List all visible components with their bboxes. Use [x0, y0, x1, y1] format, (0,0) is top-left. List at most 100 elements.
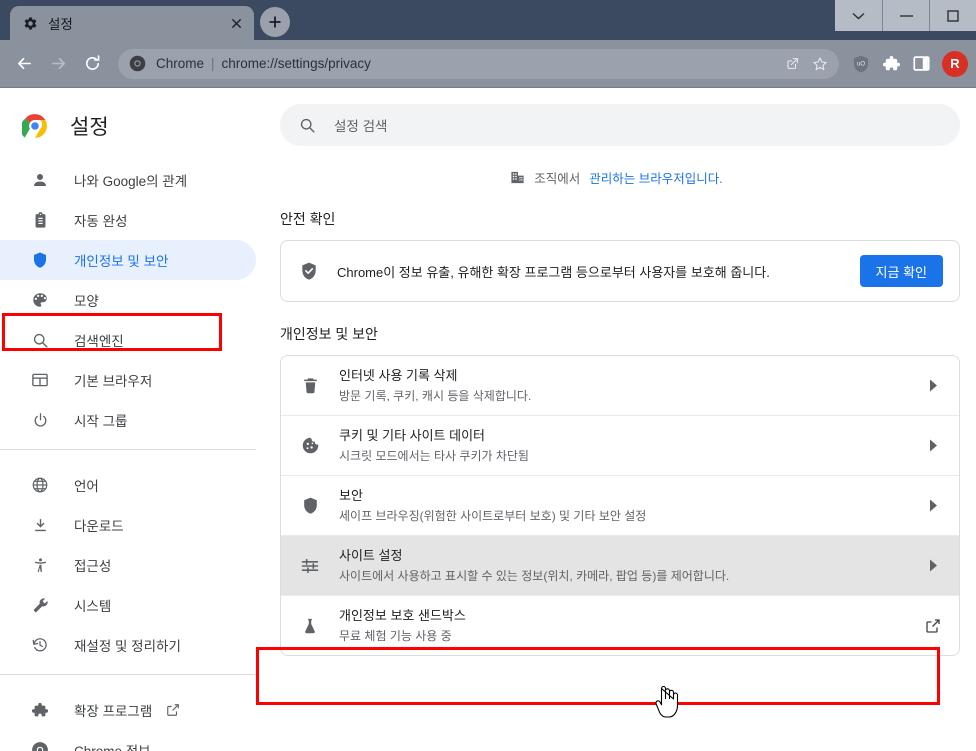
- privacy-row-site-settings[interactable]: 사이트 설정 사이트에서 사용하고 표시할 수 있는 정보(위치, 카메라, 팝…: [281, 535, 959, 595]
- settings-page: 설정 나와 Google의 관계 자동 완성 개인정보 및 보안 모양 검색엔진…: [0, 88, 976, 751]
- browser-window-icon: [30, 370, 50, 390]
- sidebar-item-label: 확장 프로그램: [74, 704, 153, 719]
- check-now-button[interactable]: 지금 확인: [859, 255, 943, 287]
- address-bar[interactable]: Chrome | chrome://settings/privacy: [118, 48, 839, 79]
- sidebar-item-downloads[interactable]: 다운로드: [0, 505, 256, 545]
- chevron-right-icon: [923, 439, 943, 452]
- tab-title: 설정: [48, 17, 73, 32]
- sidebar-item-label: 검색엔진: [74, 334, 124, 349]
- chrome-logo-icon: [30, 740, 50, 751]
- search-input[interactable]: 설정 검색: [280, 104, 960, 146]
- privacy-row-body: 인터넷 사용 기록 삭제 방문 기록, 쿠키, 캐시 등을 삭제합니다.: [339, 366, 923, 405]
- tab-settings[interactable]: 설정: [10, 6, 254, 40]
- back-icon[interactable]: [8, 48, 40, 80]
- sidebar-item-default-browser[interactable]: 기본 브라우저: [0, 360, 256, 400]
- sidebar-divider-2: [0, 674, 256, 675]
- sidebar-item-label: 나와 Google의 관계: [74, 174, 188, 189]
- bookmark-star-icon[interactable]: [807, 51, 833, 77]
- sidebar-item-label: 모양: [74, 294, 99, 309]
- cookie-icon: [299, 435, 321, 457]
- flask-icon: [299, 615, 321, 637]
- omnibox-actions: [779, 51, 833, 77]
- window-controls: [835, 0, 976, 31]
- settings-title: 설정: [70, 116, 109, 139]
- minimize-icon[interactable]: [882, 0, 929, 31]
- managed-browser-notice: 조직에서 관리하는 브라우저입니다.: [256, 168, 976, 187]
- maximize-icon[interactable]: [929, 0, 976, 31]
- privacy-row-privacy-sandbox[interactable]: 개인정보 보호 샌드박스 무료 체험 기능 사용 중: [281, 595, 959, 655]
- person-icon: [30, 170, 50, 190]
- sidebar-nav-group-2: 언어 다운로드 접근성 시스템 재설정 및 정리하기: [0, 459, 256, 665]
- download-icon: [30, 515, 50, 535]
- sidebar-item-you-and-google[interactable]: 나와 Google의 관계: [0, 160, 256, 200]
- chevron-down-icon[interactable]: [835, 0, 882, 31]
- privacy-section-title: 개인정보 및 보안: [280, 326, 378, 342]
- address-bar-text: Chrome | chrome://settings/privacy: [156, 56, 779, 71]
- sidebar-divider-1: [0, 449, 256, 450]
- sidebar-item-autofill[interactable]: 자동 완성: [0, 200, 256, 240]
- sidebar-item-label: 접근성: [74, 559, 112, 574]
- privacy-row-title: 보안: [339, 488, 363, 503]
- sidebar-item-system[interactable]: 시스템: [0, 585, 256, 625]
- power-icon: [30, 410, 50, 430]
- sidebar-item-search-engine[interactable]: 검색엔진: [0, 320, 256, 360]
- share-icon[interactable]: [779, 51, 805, 77]
- new-tab-button[interactable]: [260, 7, 290, 37]
- privacy-row-title: 쿠키 및 기타 사이트 데이터: [339, 428, 486, 443]
- privacy-row-security[interactable]: 보안 세이프 브라우징(위험한 사이트로부터 보호) 및 기타 보안 설정: [281, 475, 959, 535]
- sidebar-item-label: 재설정 및 정리하기: [74, 639, 181, 654]
- sidebar-item-accessibility[interactable]: 접근성: [0, 545, 256, 585]
- privacy-row-body: 사이트 설정 사이트에서 사용하고 표시할 수 있는 정보(위치, 카메라, 팝…: [339, 546, 923, 585]
- sidebar-item-appearance[interactable]: 모양: [0, 280, 256, 320]
- sidebar-nav-group-1: 나와 Google의 관계 자동 완성 개인정보 및 보안 모양 검색엔진 기본…: [0, 154, 256, 440]
- browser-window: 설정 Chrome | chrome://settings/privacy uO…: [0, 0, 976, 751]
- shield-check-icon: [299, 261, 319, 281]
- forward-icon[interactable]: [42, 48, 74, 80]
- omnibox-url: chrome://settings/privacy: [221, 56, 371, 71]
- extensions-puzzle-icon: [30, 700, 50, 720]
- privacy-row-clear-browsing-data[interactable]: 인터넷 사용 기록 삭제 방문 기록, 쿠키, 캐시 등을 삭제합니다.: [281, 356, 959, 415]
- search-placeholder: 설정 검색: [334, 119, 388, 134]
- safety-check-text: Chrome이 정보 유출, 유해한 확장 프로그램 등으로부터 사용자를 보호…: [337, 264, 770, 280]
- side-panel-icon[interactable]: [907, 50, 935, 78]
- chrome-logo-icon: [20, 113, 48, 139]
- sidebar-item-label: 개인정보 및 보안: [74, 254, 169, 269]
- chevron-right-icon: [923, 379, 943, 392]
- settings-content: 설정 검색 조직에서 관리하는 브라우저입니다. 안전 확인 Chrome이 정…: [256, 88, 976, 751]
- privacy-row-body: 쿠키 및 기타 사이트 데이터 시크릿 모드에서는 타사 쿠키가 차단됨: [339, 426, 923, 465]
- privacy-row-title: 사이트 설정: [339, 548, 403, 563]
- sidebar-item-on-startup[interactable]: 시작 그룹: [0, 400, 256, 440]
- sidebar-item-label: 시작 그룹: [74, 414, 128, 429]
- palette-icon: [30, 290, 50, 310]
- ublock-origin-icon[interactable]: uO: [847, 50, 875, 78]
- sidebar-item-label: 언어: [74, 479, 99, 494]
- trash-icon: [299, 375, 321, 397]
- sidebar-item-languages[interactable]: 언어: [0, 465, 256, 505]
- sidebar-item-reset-and-cleanup[interactable]: 재설정 및 정리하기: [0, 625, 256, 665]
- gear-icon: [22, 15, 38, 31]
- chevron-right-icon: [923, 559, 943, 572]
- safety-check-section-title: 안전 확인: [280, 211, 336, 227]
- privacy-row-title: 인터넷 사용 기록 삭제: [339, 368, 458, 383]
- sidebar-item-about-chrome[interactable]: Chrome 정보: [0, 730, 256, 751]
- mouse-cursor-pointer-icon: [654, 685, 680, 720]
- wrench-icon: [30, 595, 50, 615]
- chrome-logo-icon: [128, 55, 146, 73]
- omnibox-separator: |: [211, 56, 215, 71]
- extensions-puzzle-icon[interactable]: [877, 50, 905, 78]
- sidebar-item-extensions[interactable]: 확장 프로그램: [0, 690, 256, 730]
- privacy-settings-card: 인터넷 사용 기록 삭제 방문 기록, 쿠키, 캐시 등을 삭제합니다. 쿠키 …: [280, 355, 960, 656]
- profile-avatar[interactable]: R: [942, 50, 968, 77]
- privacy-row-body: 보안 세이프 브라우징(위험한 사이트로부터 보호) 및 기타 보안 설정: [339, 486, 923, 525]
- sidebar-item-label: 다운로드: [74, 519, 124, 534]
- external-link-icon: [923, 618, 943, 634]
- privacy-row-subtitle: 세이프 브라우징(위험한 사이트로부터 보호) 및 기타 보안 설정: [339, 509, 647, 523]
- tab-strip: 설정: [0, 0, 290, 40]
- reload-icon[interactable]: [76, 48, 108, 80]
- svg-text:uO: uO: [857, 60, 865, 67]
- close-icon[interactable]: [226, 13, 246, 33]
- privacy-row-cookies[interactable]: 쿠키 및 기타 사이트 데이터 시크릿 모드에서는 타사 쿠키가 차단됨: [281, 415, 959, 475]
- sidebar-item-privacy-and-security[interactable]: 개인정보 및 보안: [0, 240, 256, 280]
- omnibox-scheme-label: Chrome: [156, 56, 205, 71]
- managed-notice-link[interactable]: 관리하는 브라우저입니다.: [589, 168, 722, 187]
